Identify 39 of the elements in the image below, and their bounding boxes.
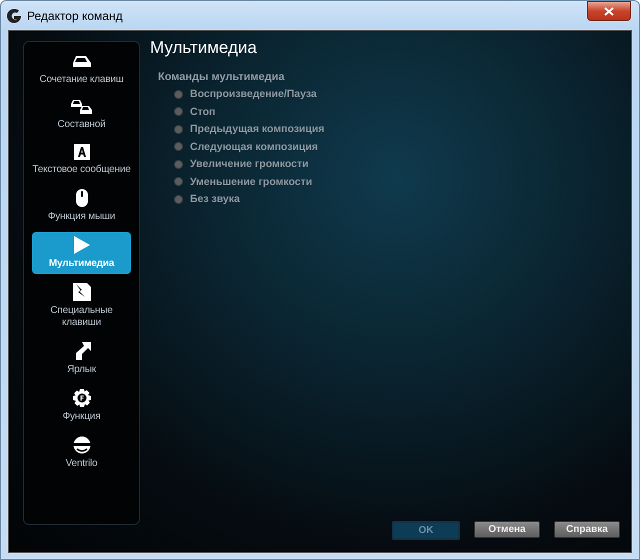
logo-icon — [7, 8, 21, 22]
sidebar-item[interactable]: Составной — [32, 95, 131, 135]
radio-button[interactable] — [174, 160, 183, 169]
radio-button[interactable] — [174, 90, 183, 99]
close-icon — [604, 6, 614, 16]
dialog-button[interactable]: Справка — [554, 521, 620, 538]
radio-button[interactable] — [174, 124, 183, 134]
sidebar-item[interactable]: Сочетание клавиш — [32, 50, 131, 90]
sidebar-item[interactable]: Ventrilo — [32, 432, 131, 474]
sidebar-item[interactable]: Ярлык — [32, 338, 131, 380]
play-icon — [74, 236, 90, 254]
radio-label[interactable]: Воспроизведение/Пауза — [190, 88, 317, 100]
sidebar-item[interactable]: Мультимедиа — [32, 232, 131, 274]
letter-icon — [74, 144, 90, 160]
keycap-icon — [72, 54, 92, 70]
radio-button[interactable] — [174, 107, 183, 116]
mouse-icon — [76, 189, 88, 207]
radio-button[interactable] — [174, 142, 183, 152]
section-heading: Мультимедиа — [150, 38, 258, 58]
radio-label[interactable]: Уменьшение громкости — [190, 176, 312, 188]
sidebar-item[interactable]: Функция — [32, 385, 131, 427]
radio-button[interactable] — [174, 177, 183, 186]
radio-label[interactable]: Стоп — [190, 106, 216, 118]
gear-icon — [72, 389, 90, 407]
window-title: Редактор команд — [27, 8, 124, 22]
radio-label[interactable]: Увеличение громкости — [190, 158, 309, 170]
sidebar-item[interactable]: Текстовое сообщение — [32, 140, 131, 180]
headset-icon — [72, 436, 92, 454]
radio-button[interactable] — [174, 194, 183, 204]
sidebar-item[interactable]: Специальные клавиши — [32, 279, 131, 333]
sidebar-item[interactable]: Функция мыши — [32, 185, 131, 227]
radio-label[interactable]: Предыдущая композиция — [190, 123, 324, 136]
lightning-key-icon — [72, 283, 90, 301]
group-label: Команды мультимедиа — [158, 71, 286, 83]
radio-label[interactable]: Без звука — [190, 193, 240, 206]
dialog-button[interactable]: Отмена — [474, 521, 540, 538]
radio-label[interactable]: Следующая композиция — [190, 140, 318, 153]
keycaps-icon — [70, 99, 92, 115]
close-button[interactable] — [587, 1, 631, 21]
